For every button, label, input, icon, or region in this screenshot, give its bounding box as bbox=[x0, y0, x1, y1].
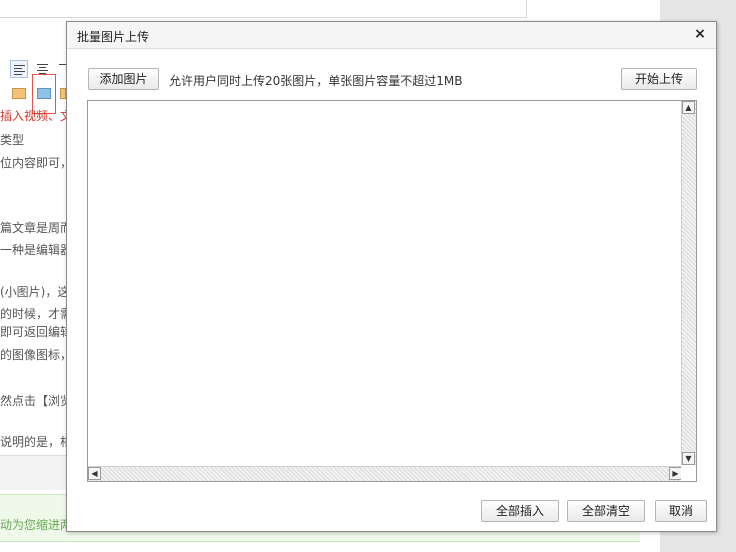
title-input-box bbox=[0, 0, 527, 18]
scroll-left-icon[interactable]: ◀ bbox=[88, 467, 101, 480]
bg-text-line: 然点击【浏览 bbox=[0, 394, 66, 408]
bg-text-line: (小图片)，这 bbox=[0, 285, 66, 299]
bg-text-line: 即可返回编辑 bbox=[0, 325, 66, 339]
horizontal-scrollbar[interactable]: ◀ ▶ bbox=[88, 466, 682, 481]
vertical-scrollbar[interactable]: ▲ ▼ bbox=[681, 101, 696, 465]
clear-all-button[interactable]: 全部清空 bbox=[567, 500, 645, 522]
close-icon[interactable]: × bbox=[692, 26, 708, 42]
file-list-area[interactable]: ▲ ▼ ◀ ▶ bbox=[87, 100, 697, 482]
bg-text-line: 篇文章是周而 bbox=[0, 221, 66, 235]
bg-text-line: 位内容即可， bbox=[0, 156, 66, 170]
editor-status-bar bbox=[0, 455, 66, 490]
bg-text-line: 说明的是，相 bbox=[0, 435, 66, 449]
scroll-down-icon[interactable]: ▼ bbox=[682, 452, 695, 465]
start-upload-button[interactable]: 开始上传 bbox=[621, 68, 697, 90]
scroll-up-icon[interactable]: ▲ bbox=[682, 101, 695, 114]
dialog-title: 批量图片上传 bbox=[77, 30, 150, 44]
bg-text-line: 类型 bbox=[0, 133, 25, 147]
image-icon[interactable] bbox=[12, 88, 26, 99]
scrollbar-corner bbox=[681, 466, 696, 481]
upload-limit-hint: 允许用户同时上传20张图片，单张图片容量不超过1MB bbox=[169, 74, 463, 88]
batch-upload-dialog: 批量图片上传 × 添加图片 允许用户同时上传20张图片，单张图片容量不超过1MB… bbox=[66, 21, 717, 532]
bg-text-line: 一种是编辑器 bbox=[0, 243, 66, 257]
bg-text-line: 插入视频、文件下载 bbox=[0, 109, 66, 123]
insert-all-button[interactable]: 全部插入 bbox=[481, 500, 559, 522]
dialog-titlebar[interactable]: 批量图片上传 × bbox=[67, 22, 716, 49]
cancel-button[interactable]: 取消 bbox=[655, 500, 707, 522]
bg-text-line: 的时候，才需 bbox=[0, 307, 66, 321]
bg-text-line: 的图像图标， bbox=[0, 348, 66, 362]
align-left-button[interactable] bbox=[10, 60, 28, 78]
tip-text: 动为您缩进两 bbox=[0, 518, 73, 532]
add-image-button[interactable]: 添加图片 bbox=[88, 68, 159, 90]
